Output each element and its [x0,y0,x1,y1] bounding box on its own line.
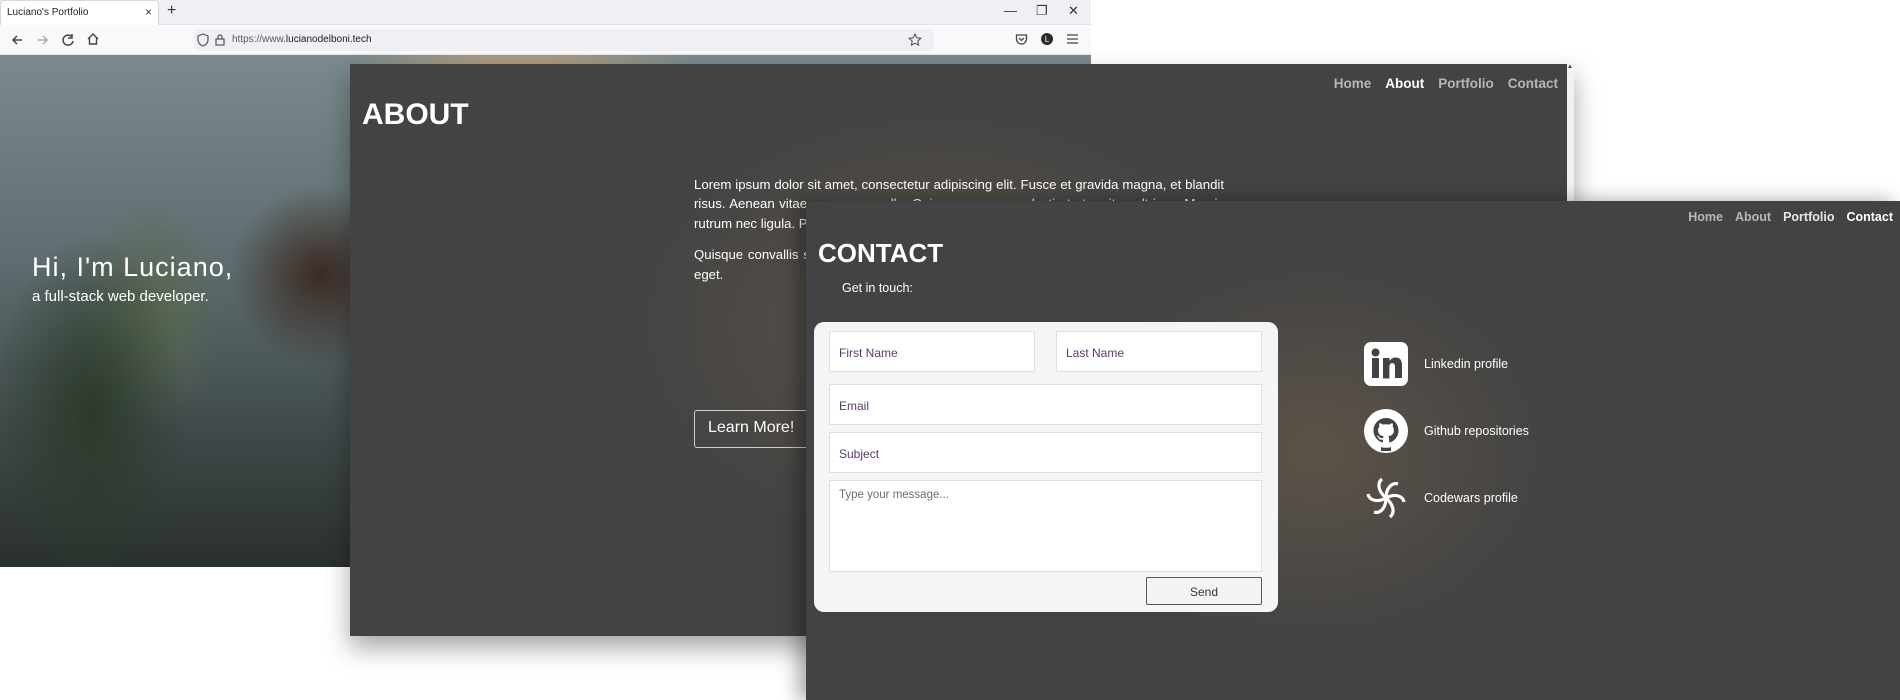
github-link[interactable]: Github repositories [1364,409,1529,453]
menu-icon[interactable] [1066,33,1079,45]
browser-tab[interactable]: Luciano's Portfolio × [0,0,159,25]
subject-field[interactable]: Subject [829,432,1262,473]
contact-section: Home About Portfolio Contact CONTACT Get… [806,201,1900,700]
new-tab-icon[interactable]: + [167,2,176,20]
github-icon [1364,409,1408,453]
contact-form: First Name Last Name Email Subject Type … [814,322,1278,612]
codewars-link[interactable]: Codewars profile [1364,476,1518,520]
lock-icon[interactable] [214,33,226,47]
linkedin-link[interactable]: Linkedin profile [1364,342,1508,386]
tab-close-icon[interactable]: × [145,5,152,19]
nav-portfolio[interactable]: Portfolio [1438,76,1494,91]
address-bar[interactable]: https://www.lucianodelboni.tech [194,29,934,51]
contact-nav: Home About Portfolio Contact [1688,210,1893,224]
nav-about[interactable]: About [1735,210,1771,224]
contact-subtitle: Get in touch: [842,281,913,295]
reload-icon[interactable] [61,33,75,47]
home-icon[interactable] [86,32,100,46]
learn-more-button[interactable]: Learn More! [694,410,814,448]
bookmark-star-icon[interactable] [908,33,922,47]
linkedin-label: Linkedin profile [1424,357,1509,371]
github-label: Github repositories [1424,424,1529,438]
scroll-up-icon[interactable]: ▲ [1567,64,1573,70]
pocket-icon[interactable] [1015,33,1028,46]
first-name-field[interactable]: First Name [829,331,1035,372]
url-text[interactable]: https://www.lucianodelboni.tech [232,34,372,45]
nav-home[interactable]: Home [1334,76,1372,91]
nav-home[interactable]: Home [1688,210,1723,224]
contact-title: CONTACT [818,238,944,268]
linkedin-icon [1364,342,1408,386]
nav-portfolio[interactable]: Portfolio [1783,210,1834,224]
scrollbar[interactable]: ▲ [1567,64,1574,201]
url-prefix: https://www. [232,34,286,45]
hero-title: Hi, I'm Luciano, [32,252,234,282]
minimize-icon[interactable]: — [1004,3,1017,18]
send-button[interactable]: Send [1146,577,1262,605]
email-field[interactable]: Email [829,384,1262,425]
shield-icon[interactable] [197,33,209,47]
last-name-field[interactable]: Last Name [1056,331,1262,372]
back-icon[interactable] [10,33,24,47]
hero-subtitle: a full-stack web developer. [32,288,209,305]
about-nav: Home About Portfolio Contact [1334,76,1558,91]
codewars-icon [1366,477,1406,519]
account-icon[interactable]: L [1040,32,1054,46]
about-title: ABOUT [362,98,469,131]
restore-icon[interactable]: ❐ [1036,3,1048,19]
nav-toolbar: https://www.lucianodelboni.tech L [0,25,1091,55]
close-window-icon[interactable]: ✕ [1068,3,1079,19]
codewars-label: Codewars profile [1424,491,1518,505]
nav-contact[interactable]: Contact [1846,210,1893,224]
tab-title: Luciano's Portfolio [7,7,89,18]
forward-icon[interactable] [36,33,50,47]
message-field[interactable]: Type your message... [829,480,1262,572]
svg-text:L: L [1045,35,1050,44]
nav-contact[interactable]: Contact [1508,76,1558,91]
url-domain: lucianodelboni.tech [285,34,372,45]
tab-bar: Luciano's Portfolio × + — ❐ ✕ [0,0,1091,25]
nav-about[interactable]: About [1385,76,1424,91]
